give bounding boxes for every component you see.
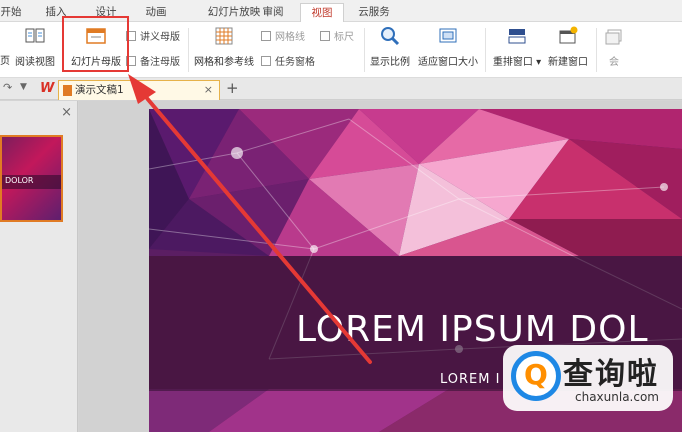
chaxunla-watermark: Q 查询啦 chaxunla.com xyxy=(503,345,673,411)
page-view-button[interactable]: 页 xyxy=(0,52,10,67)
grid-icon xyxy=(213,25,235,47)
task-pane-check-icon xyxy=(261,56,271,66)
chaxunla-logo-icon: Q xyxy=(511,351,561,401)
close-tab-icon[interactable]: × xyxy=(204,81,213,99)
tab-view[interactable]: 视图 xyxy=(300,3,344,22)
document-tab[interactable]: 演示文稿1 × xyxy=(58,80,220,100)
ruler-label: 标尺 xyxy=(334,32,354,43)
wps-presentation-window: 开始 插入 设计 动画 幻灯片放映 审阅 视图 云服务 页 阅读视图 幻灯片母版… xyxy=(0,0,682,432)
arrange-windows-icon xyxy=(506,25,528,47)
ribbon-separator xyxy=(364,28,365,72)
wps-logo-icon: W xyxy=(40,81,55,96)
gridlines-checkbox[interactable]: 网格线 xyxy=(261,28,305,43)
slide-title[interactable]: LOREM IPSUM DOL xyxy=(296,309,649,350)
window-stack-icon xyxy=(603,25,625,47)
dropdown-arrow-icon[interactable]: ▼ xyxy=(20,82,27,92)
fit-window-label: 适应窗口大小 xyxy=(418,57,478,68)
slide-subtitle[interactable]: LOREM I xyxy=(440,372,500,387)
gridlines-label: 网格线 xyxy=(275,32,305,43)
magnifier-icon xyxy=(379,25,401,47)
slide-master-highlight-box xyxy=(62,16,129,72)
reading-view-label: 阅读视图 xyxy=(15,57,55,68)
handout-master-button[interactable]: 讲义母版 xyxy=(126,28,180,43)
new-window-label: 新建窗口 xyxy=(548,57,588,68)
more-button[interactable]: 会 xyxy=(601,25,627,68)
watermark-chinese-text: 查询啦 xyxy=(563,357,659,392)
thumbnail-text: DOLOR xyxy=(5,176,34,185)
notes-master-button[interactable]: 备注母版 xyxy=(126,53,180,68)
new-window-button[interactable]: 新建窗口 xyxy=(546,25,590,68)
arrange-windows-label: 重排窗口 xyxy=(492,57,533,68)
fit-window-button[interactable]: 适应窗口大小 xyxy=(416,25,480,68)
tab-review[interactable]: 审阅 xyxy=(257,3,289,22)
ribbon-separator xyxy=(188,28,189,72)
tab-home[interactable]: 开始 xyxy=(0,3,22,22)
book-icon xyxy=(24,25,46,47)
arrange-windows-button[interactable]: 重排窗口 ▾ xyxy=(490,25,544,68)
undo-arrow-icon[interactable]: ↷ xyxy=(3,81,12,94)
more-label: 会 xyxy=(609,57,619,68)
ruler-check-icon xyxy=(320,31,330,41)
reading-view-button[interactable]: 阅读视图 xyxy=(14,25,56,68)
zoom-button[interactable]: 显示比例 xyxy=(368,25,412,68)
task-pane-checkbox[interactable]: 任务窗格 xyxy=(261,53,315,68)
notes-master-label: 备注母版 xyxy=(140,57,180,68)
zoom-label: 显示比例 xyxy=(370,57,410,68)
grid-guides-label: 网格和参考线 xyxy=(194,57,254,68)
grid-guides-button[interactable]: 网格和参考线 xyxy=(193,25,255,68)
ruler-checkbox[interactable]: 标尺 xyxy=(320,28,354,43)
add-tab-icon[interactable]: + xyxy=(226,79,239,97)
gridlines-check-icon xyxy=(261,31,271,41)
watermark-site-text: chaxunla.com xyxy=(575,390,659,404)
presentation-file-icon xyxy=(63,85,72,96)
fit-window-icon xyxy=(437,25,459,47)
tab-cloud-service[interactable]: 云服务 xyxy=(352,3,396,22)
task-pane-label: 任务窗格 xyxy=(275,57,315,68)
tab-animation[interactable]: 动画 xyxy=(140,3,172,22)
handout-master-label: 讲义母版 xyxy=(140,32,180,43)
document-tab-label: 演示文稿1 xyxy=(75,84,124,96)
close-pane-icon[interactable]: × xyxy=(61,105,72,120)
document-tab-strip: ↷ ▼ W 演示文稿1 × + xyxy=(0,78,682,100)
new-window-icon xyxy=(557,25,579,47)
ribbon-separator xyxy=(485,28,486,72)
slide-thumbnail[interactable]: DOLOR xyxy=(0,135,63,222)
slide-thumbnail-pane: × DOLOR xyxy=(0,101,78,432)
ribbon-separator xyxy=(596,28,597,72)
dropdown-arrow-icon: ▾ xyxy=(536,57,542,68)
